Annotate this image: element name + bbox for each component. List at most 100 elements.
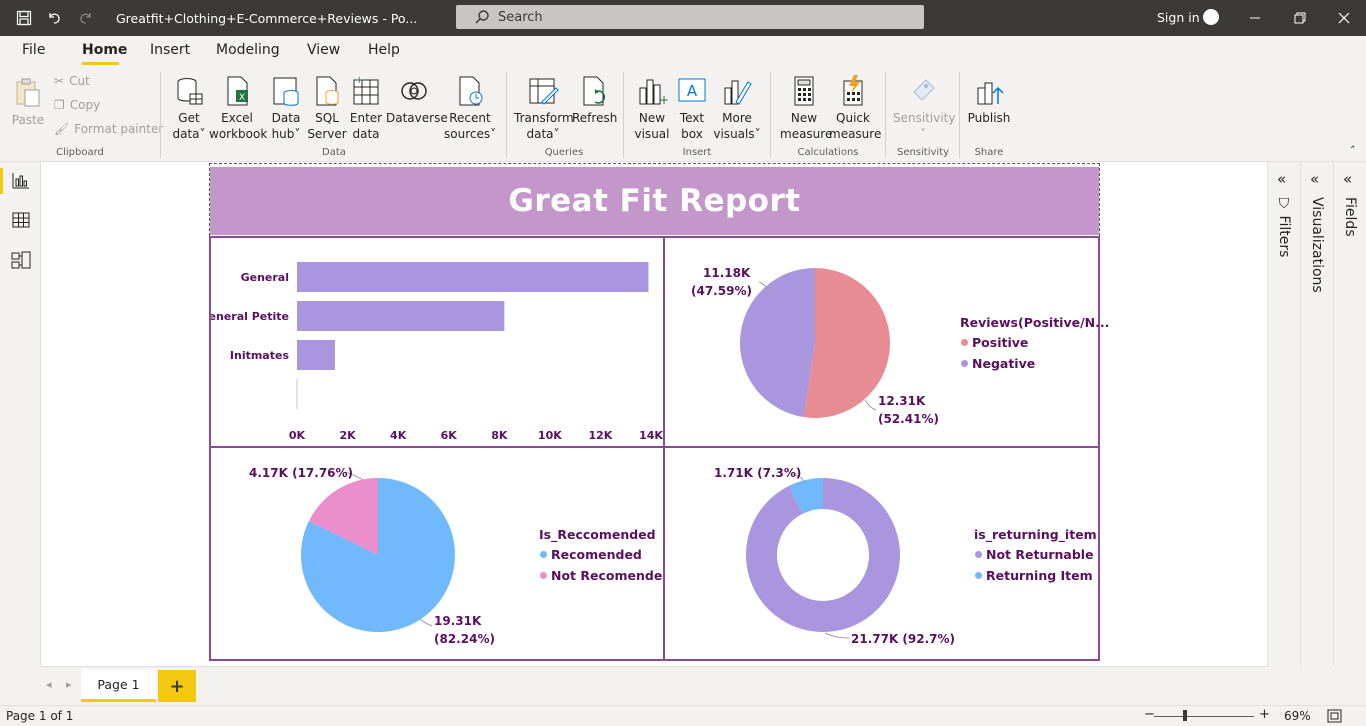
search-box[interactable]: Search (456, 5, 924, 29)
expand-chevron-icon[interactable]: « (1310, 170, 1319, 188)
menu-home[interactable]: Home (82, 42, 127, 58)
bar-category-label: General (241, 271, 289, 284)
visualizations-pane[interactable]: « Visualizations (1300, 162, 1333, 666)
legend-item-recomended[interactable]: Recomended (540, 547, 642, 562)
redo-icon[interactable] (76, 8, 96, 28)
zoom-out-icon[interactable]: − (1144, 707, 1155, 722)
copy-button[interactable]: ❐ Copy (54, 98, 100, 112)
bar-category-label: General Petite (211, 310, 289, 323)
excel-workbook-button[interactable]: X Excel workbook (209, 74, 267, 142)
svg-text:A: A (687, 82, 698, 100)
group-label-clipboard: Clipboard (56, 147, 104, 158)
transform-data-button[interactable]: Transform data˅ (514, 74, 574, 142)
expand-chevron-icon[interactable]: « (1277, 170, 1286, 188)
sign-in-link[interactable]: Sign in (1157, 10, 1200, 25)
expand-chevron-icon[interactable]: « (1343, 170, 1352, 188)
ribbon-separator (770, 72, 771, 158)
close-icon[interactable] (1334, 8, 1354, 28)
copy-icon: ❐ (54, 98, 65, 112)
publish-button[interactable]: Publish (967, 74, 1011, 126)
menu-help[interactable]: Help (368, 42, 400, 58)
sql-server-icon (316, 76, 339, 106)
data-hub-button[interactable]: Data hub˅ (266, 74, 306, 142)
next-page-icon[interactable]: ▸ (66, 678, 72, 691)
bar-category-label: Initmates (230, 349, 290, 362)
fit-to-page-icon[interactable] (1327, 709, 1342, 723)
new-measure-label-2: measure (780, 127, 833, 141)
returning-item-label: 1.71K (7.3%) (714, 466, 802, 480)
enter-data-button[interactable]: + Enter data (346, 74, 386, 142)
recommended-pie-visual[interactable]: 4.17K (17.76%) 19.31K (82.24%) Is_Reccom… (209, 446, 671, 661)
filters-label: Filters (1276, 215, 1292, 258)
page-info: Page 1 of 1 (6, 709, 74, 723)
more-visuals-button[interactable]: More visuals˅ (712, 74, 762, 142)
quick-measure-button[interactable]: Quick measure (829, 74, 881, 142)
report-view-icon[interactable] (10, 170, 32, 192)
recent-sources-button[interactable]: Recent sources˅ (444, 74, 496, 142)
fields-pane[interactable]: « Fields (1333, 162, 1366, 666)
filters-pane[interactable]: « ⛉ Filters (1267, 162, 1300, 666)
recommended-value-label: 19.31K (434, 614, 482, 628)
sensitivity-icon (913, 79, 935, 101)
model-view-icon[interactable] (10, 249, 32, 271)
ribbon-separator (959, 72, 960, 158)
save-icon[interactable] (14, 8, 34, 28)
format-painter-button[interactable]: 🖌 Format painter (54, 122, 163, 136)
legend-item-positive[interactable]: Positive (961, 335, 1028, 350)
bar-chart-visual[interactable]: General General Petite Initmates 0K 2K 4K 6K 8K… (209, 236, 665, 448)
report-banner[interactable]: Great Fit Report (210, 167, 1099, 235)
add-page-button[interactable]: + (158, 670, 196, 702)
returning-donut-visual[interactable]: 1.71K (7.3%) 21.77K (92.7%) is_returning… (663, 446, 1100, 661)
leader-line (864, 399, 877, 411)
group-label-calculations: Calculations (797, 147, 859, 158)
positive-value-label: 12.31K (878, 394, 926, 408)
data-hub-icon (273, 77, 299, 106)
dataverse-button[interactable]: Dataverse (386, 74, 448, 126)
data-view-icon[interactable] (10, 209, 32, 231)
restore-icon[interactable] (1290, 8, 1310, 28)
menu-view[interactable]: View (307, 42, 340, 58)
sensitivity-button[interactable]: Sensitivity ˅ (893, 74, 955, 142)
get-data-button[interactable]: Get data˅ (168, 74, 210, 142)
legend-item-not-recomended[interactable]: Not Recomended (540, 568, 671, 583)
menu-insert[interactable]: Insert (150, 42, 190, 58)
x-tick-label: 4K (390, 429, 407, 442)
legend-item-returning-item[interactable]: Returning Item (975, 568, 1093, 583)
text-box-icon: A (678, 78, 706, 102)
menu-file[interactable]: File (22, 42, 45, 58)
avatar[interactable] (1203, 9, 1219, 25)
paste-icon (16, 78, 40, 107)
tab-page-1[interactable]: Page 1 (81, 669, 156, 702)
refresh-button[interactable]: Refresh (572, 74, 617, 126)
zoom-in-icon[interactable]: + (1259, 707, 1270, 722)
bar-chart-icon: + (639, 79, 669, 107)
minimize-icon[interactable] (1245, 8, 1265, 28)
ribbon: Paste ✂ Cut ❐ Copy 🖌 Format painter Clipboa… (0, 66, 1366, 162)
sql-server-button[interactable]: SQL Server (307, 74, 347, 142)
new-measure-button[interactable]: New measure (780, 74, 832, 142)
paste-button[interactable]: Paste (10, 76, 46, 128)
menu-modeling[interactable]: Modeling (216, 42, 280, 58)
prev-page-icon[interactable]: ◂ (46, 678, 52, 691)
undo-icon[interactable] (44, 8, 64, 28)
new-visual-button[interactable]: + New visual (632, 74, 672, 142)
svg-text:X: X (239, 93, 245, 103)
legend-item-not-returnable[interactable]: Not Returnable (975, 547, 1094, 562)
zoom-slider-thumb[interactable] (1183, 710, 1187, 721)
x-tick-label: 10K (538, 429, 562, 442)
right-panes: « ⛉ Filters « Visualizations « Fields (1267, 162, 1366, 666)
zoom-slider[interactable] (1154, 716, 1254, 717)
collapse-ribbon-icon[interactable]: ˄ (1350, 144, 1356, 157)
more-visuals-label-2: visuals (713, 127, 755, 141)
new-visual-label-2: visual (634, 127, 670, 141)
reviews-pie-visual[interactable]: 11.18K (47.59%) 12.31K (52.41%) Reviews(… (663, 236, 1109, 448)
bar-chart-svg: General General Petite Initmates 0K 2K 4K 6K 8K… (211, 262, 663, 442)
get-data-label-2: data (172, 127, 200, 141)
transform-label-2: data (526, 127, 554, 141)
cut-button[interactable]: ✂ Cut (54, 74, 90, 88)
text-box-button[interactable]: A Text box (673, 74, 711, 142)
leader-line (418, 617, 433, 627)
legend-item-negative[interactable]: Negative (961, 356, 1035, 371)
x-tick-label: 8K (491, 429, 508, 442)
sql-label-2: Server (307, 127, 347, 141)
